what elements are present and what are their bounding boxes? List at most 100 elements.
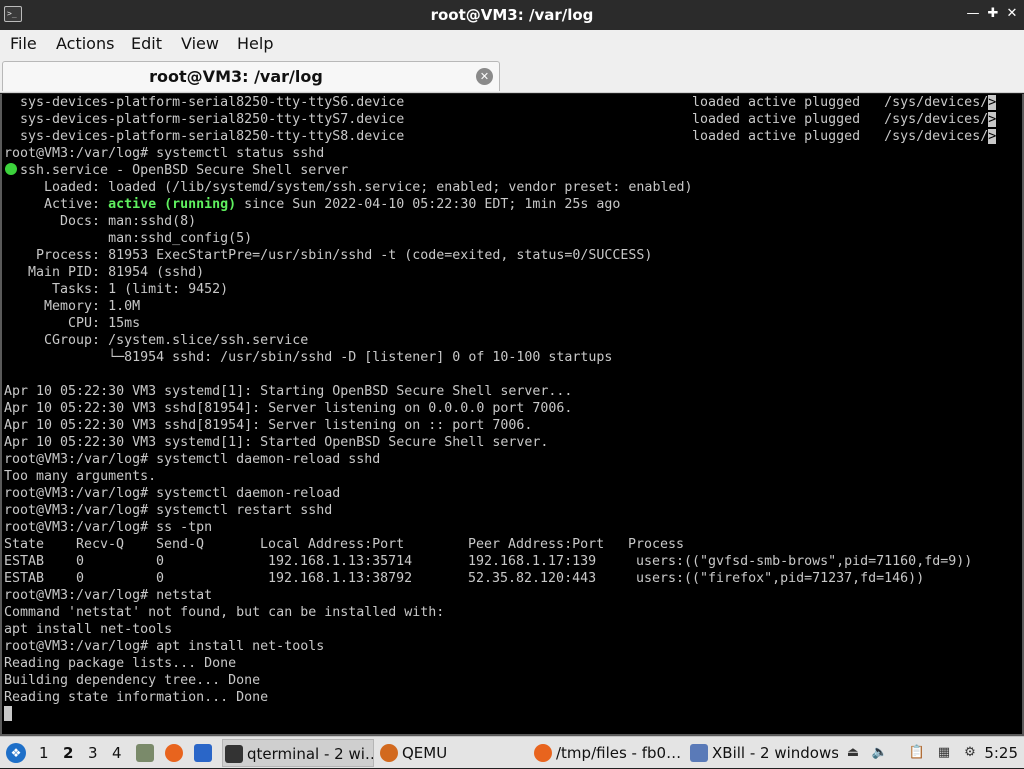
- maximize-button[interactable]: ✚: [984, 5, 1002, 23]
- unit-status: loaded active plugged /sys/devices/: [692, 112, 989, 127]
- terminal-line: Tasks: 1 (limit: 9452): [4, 282, 229, 297]
- terminal-line: Loaded: loaded (/lib/systemd/system/ssh.…: [4, 180, 693, 195]
- unit-status: loaded active plugged /sys/devices/: [692, 95, 989, 110]
- log-line: Apr 10 05:22:30 VM3 systemd[1]: Starting…: [4, 384, 573, 399]
- firefox-icon: [534, 744, 552, 762]
- window-titlebar: >_ root@VM3: /var/log — ✚ ✕: [0, 0, 1024, 30]
- unit-status: loaded active plugged /sys/devices/: [692, 129, 989, 144]
- eject-icon[interactable]: ⏏: [844, 744, 862, 762]
- close-window-button[interactable]: ✕: [1003, 5, 1021, 23]
- start-menu-icon[interactable]: ❖: [6, 743, 26, 763]
- command-line: root@VM3:/var/log# systemctl daemon-relo…: [4, 486, 341, 501]
- network-icon[interactable]: ▦: [935, 744, 953, 762]
- active-label: Active:: [4, 197, 109, 212]
- terminal-line: CGroup: /system.slice/ssh.service: [4, 333, 309, 348]
- log-line: Apr 10 05:22:30 VM3 systemd[1]: Started …: [4, 435, 549, 450]
- terminal-line: Building dependency tree... Done: [4, 673, 261, 688]
- clock[interactable]: 5:25: [984, 737, 1018, 769]
- qemu-icon: [380, 744, 398, 762]
- terminal-line: └─81954 sshd: /usr/sbin/sshd -D [listene…: [4, 350, 613, 365]
- terminal-line: sys-devices-platform-serial8250-tty-ttyS…: [4, 111, 1000, 128]
- terminal-line: sys-devices-platform-serial8250-tty-ttyS…: [4, 128, 1000, 145]
- menu-file[interactable]: File: [10, 34, 37, 53]
- menu-bar: File Actions Edit View Help: [0, 30, 1024, 59]
- task-label: qterminal - 2 wi…: [247, 745, 374, 763]
- task-xbill[interactable]: XBill - 2 windows: [688, 739, 838, 767]
- ss-cell: users:(("gvfsd-smb-brows",pid=71160,fd=9…: [636, 554, 973, 569]
- tab-close-icon[interactable]: ✕: [476, 68, 493, 85]
- ss-cell: 0: [156, 571, 165, 586]
- tab-label: root@VM3: /var/log: [149, 67, 323, 86]
- tab-bar: root@VM3: /var/log ✕: [0, 59, 1024, 93]
- task-label: QEMU: [402, 744, 448, 762]
- terminal-line: Main PID: 81954 (sshd): [4, 265, 205, 280]
- taskbar: ❖ 1 2 3 4 qterminal - 2 wi… QEMU /tmp/fi…: [0, 736, 1024, 768]
- terminal-line: Active: active (running) since Sun 2022-…: [4, 196, 1000, 213]
- terminal-line: man:sshd_config(5): [4, 231, 253, 246]
- ss-cell: 192.168.1.13:35714: [268, 554, 413, 569]
- terminal-line: sys-devices-platform-serial8250-tty-ttyS…: [4, 94, 1000, 111]
- terminal-output[interactable]: sys-devices-platform-serial8250-tty-ttyS…: [0, 94, 1024, 736]
- volume-icon[interactable]: 🔈: [871, 744, 889, 762]
- unit-name: sys-devices-platform-serial8250-tty-ttyS…: [20, 95, 405, 110]
- task-firefox-files[interactable]: /tmp/files - fb0…: [532, 739, 682, 767]
- ss-cell: 192.168.1.17:139: [468, 554, 597, 569]
- log-line: Apr 10 05:22:30 VM3 sshd[81954]: Server …: [4, 418, 533, 433]
- ss-cell: 52.35.82.120:443: [468, 571, 597, 586]
- unit-name: sys-devices-platform-serial8250-tty-ttyS…: [20, 112, 405, 127]
- terminal-line: [4, 706, 1000, 723]
- menu-help[interactable]: Help: [237, 34, 273, 53]
- task-qterminal[interactable]: qterminal - 2 wi…: [222, 739, 374, 767]
- text-cursor: [4, 706, 12, 721]
- menu-edit[interactable]: Edit: [131, 34, 162, 53]
- task-qemu[interactable]: QEMU: [378, 739, 468, 767]
- ss-header-state: State: [4, 537, 45, 552]
- terminal-line: Reading package lists... Done: [4, 656, 237, 671]
- tab-terminal[interactable]: root@VM3: /var/log ✕: [2, 61, 500, 91]
- terminal-line: ssh.service - OpenBSD Secure Shell serve…: [4, 162, 1000, 179]
- task-label: /tmp/files - fb0…: [556, 744, 682, 762]
- ss-header-row: State Recv-Q Send-Q Local Address:Port P…: [4, 536, 1000, 553]
- command-line: root@VM3:/var/log# apt install net-tools: [4, 639, 325, 654]
- terminal-line: Memory: 1.0M: [4, 299, 141, 314]
- workspace-2[interactable]: 2: [63, 737, 73, 769]
- unit-name: sys-devices-platform-serial8250-tty-ttyS…: [20, 129, 405, 144]
- terminal-scrollbar[interactable]: [998, 94, 1022, 734]
- service-title: ssh.service - OpenBSD Secure Shell serve…: [20, 163, 349, 178]
- terminal-icon: [225, 745, 243, 763]
- log-line: Apr 10 05:22:30 VM3 sshd[81954]: Server …: [4, 401, 573, 416]
- terminal-line: Process: 81953 ExecStartPre=/usr/sbin/ss…: [4, 248, 653, 263]
- terminal-line: Reading state information... Done: [4, 690, 269, 705]
- window-title: root@VM3: /var/log: [430, 6, 594, 24]
- ss-cell: 0: [76, 554, 85, 569]
- desktop-launcher-icon[interactable]: [194, 744, 212, 762]
- workspace-1[interactable]: 1: [39, 737, 49, 769]
- xbill-icon: [690, 744, 708, 762]
- task-label: XBill - 2 windows: [712, 744, 838, 762]
- ss-header-local: Local Address:Port: [260, 537, 405, 552]
- workspace-3[interactable]: 3: [88, 737, 98, 769]
- ss-cell: users:(("firefox",pid=71237,fd=146)): [636, 571, 925, 586]
- file-manager-launcher-icon[interactable]: [136, 744, 154, 762]
- ss-cell: ESTAB: [4, 571, 45, 586]
- terminal-line: CPU: 15ms: [4, 316, 141, 331]
- command-line: root@VM3:/var/log# systemctl status sshd: [4, 146, 325, 161]
- firefox-launcher-icon[interactable]: [165, 744, 183, 762]
- error-line: Command 'netstat' not found, but can be …: [4, 605, 445, 620]
- truncation-marker: >: [988, 95, 997, 110]
- truncation-marker: >: [988, 129, 997, 144]
- truncation-marker: >: [988, 112, 997, 127]
- active-since: since Sun 2022-04-10 05:22:30 EDT; 1min …: [236, 197, 621, 212]
- clipboard-icon[interactable]: 📋: [908, 744, 926, 762]
- ss-row: ESTAB 0 0 192.168.1.13:35714 192.168.1.1…: [4, 553, 1000, 570]
- settings-icon[interactable]: ⚙: [961, 744, 979, 762]
- minimize-button[interactable]: —: [964, 5, 982, 23]
- menu-actions[interactable]: Actions: [56, 34, 114, 53]
- ss-header-sendq: Send-Q: [156, 537, 205, 552]
- terminal-line: apt install net-tools: [4, 622, 173, 637]
- workspace-4[interactable]: 4: [112, 737, 122, 769]
- ss-header-recvq: Recv-Q: [76, 537, 125, 552]
- command-line: root@VM3:/var/log# systemctl daemon-relo…: [4, 452, 381, 467]
- menu-view[interactable]: View: [181, 34, 219, 53]
